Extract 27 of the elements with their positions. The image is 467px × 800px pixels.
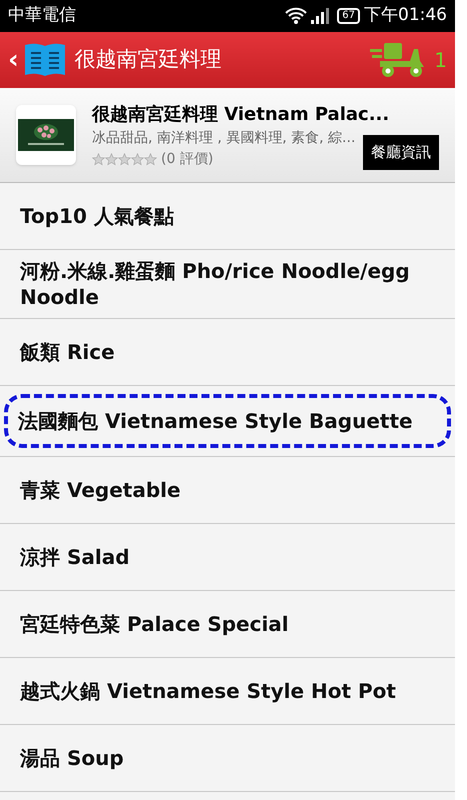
cart-count: 1 — [434, 47, 447, 74]
carrier-name: 中華電信 — [8, 4, 76, 28]
star-icon — [92, 152, 105, 166]
signal-icon — [311, 8, 330, 24]
restaurant-name: 很越南宮廷料理 Vietnam Palac... — [92, 102, 390, 126]
menu-category-item[interactable]: 青菜 Vegetable — [10, 477, 191, 503]
restaurant-info-button[interactable]: 餐廳資訊 — [363, 135, 439, 170]
menu-category-item[interactable]: 涼拌 Salad — [10, 544, 140, 570]
star-icon — [144, 152, 157, 166]
menu-category-item[interactable]: 飯類 Rice — [10, 339, 125, 365]
menu-category-item[interactable]: Top10 人氣餐點 — [10, 203, 184, 229]
star-icon — [131, 152, 144, 166]
menu-category-item[interactable]: 湯品 Soup — [10, 745, 134, 771]
menu-category-item[interactable]: 宮廷特色菜 Palace Special — [10, 611, 299, 637]
cuisine-categories: 冰品甜品, 南洋料理 , 異國料理, 素食, 綜... — [92, 128, 356, 148]
star-icon — [118, 152, 131, 166]
menu-category-item[interactable]: 法國麵包 Vietnamese Style Baguette — [4, 394, 451, 448]
restaurant-title: 很越南宮廷料理 — [74, 46, 222, 74]
back-button[interactable]: ‹ — [8, 47, 19, 73]
clock: 下午01:46 — [364, 4, 447, 28]
menu-book-icon — [22, 42, 67, 78]
menu-category-item[interactable]: 越式火鍋 Vietnamese Style Hot Pot — [10, 678, 406, 704]
star-icon — [105, 152, 118, 166]
wifi-icon — [285, 7, 308, 25]
review-count: (0 評價) — [161, 150, 214, 168]
menu-category-item[interactable]: 河粉.米線.雞蛋麵 Pho/rice Noodle/egg Noodle — [10, 258, 445, 310]
battery-level: 67 — [337, 8, 360, 24]
